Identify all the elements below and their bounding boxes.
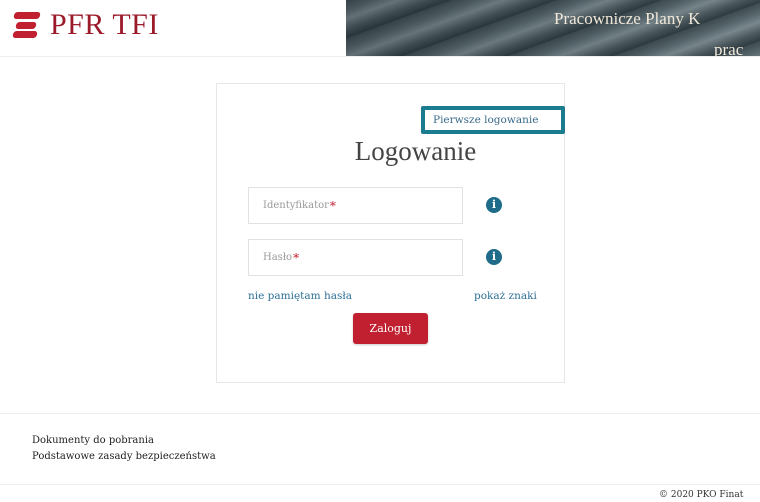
show-characters-link[interactable]: pokaż znaki	[474, 290, 537, 302]
footer-divider	[0, 413, 760, 414]
footer-divider	[0, 484, 760, 485]
login-button[interactable]: Zaloguj	[353, 313, 428, 344]
copyright: © 2020 PKO Finat	[659, 490, 744, 500]
password-field[interactable]: Hasło *	[248, 239, 463, 276]
identifier-placeholder: Identyfikator	[263, 200, 329, 211]
header: PFR TFI Pracownicze Plany K prac	[0, 0, 760, 56]
info-icon[interactable]: i	[486, 249, 502, 265]
identifier-field[interactable]: Identyfikator *	[248, 187, 463, 224]
first-login-link[interactable]: Pierwsze logowanie	[421, 106, 565, 134]
required-marker: *	[293, 250, 300, 265]
pfr-tfi-logo[interactable]: PFR TFI	[12, 8, 159, 42]
footer-link-security[interactable]: Podstawowe zasady bezpieczeństwa	[32, 451, 216, 462]
password-placeholder: Hasło	[263, 252, 293, 263]
info-icon[interactable]: i	[486, 197, 502, 213]
header-divider	[0, 56, 760, 57]
pfr-logo-icon	[12, 12, 41, 38]
header-banner: Pracownicze Plany K prac	[346, 0, 760, 56]
banner-subtitle: prac	[714, 40, 744, 56]
banner-title: Pracownicze Plany K	[554, 9, 701, 28]
forgot-password-link[interactable]: nie pamiętam hasła	[248, 290, 352, 302]
login-title: Logowanie	[354, 136, 477, 166]
logo-text: PFR TFI	[50, 8, 159, 41]
footer-link-documents[interactable]: Dokumenty do pobrania	[32, 435, 154, 446]
required-marker: *	[329, 198, 336, 213]
